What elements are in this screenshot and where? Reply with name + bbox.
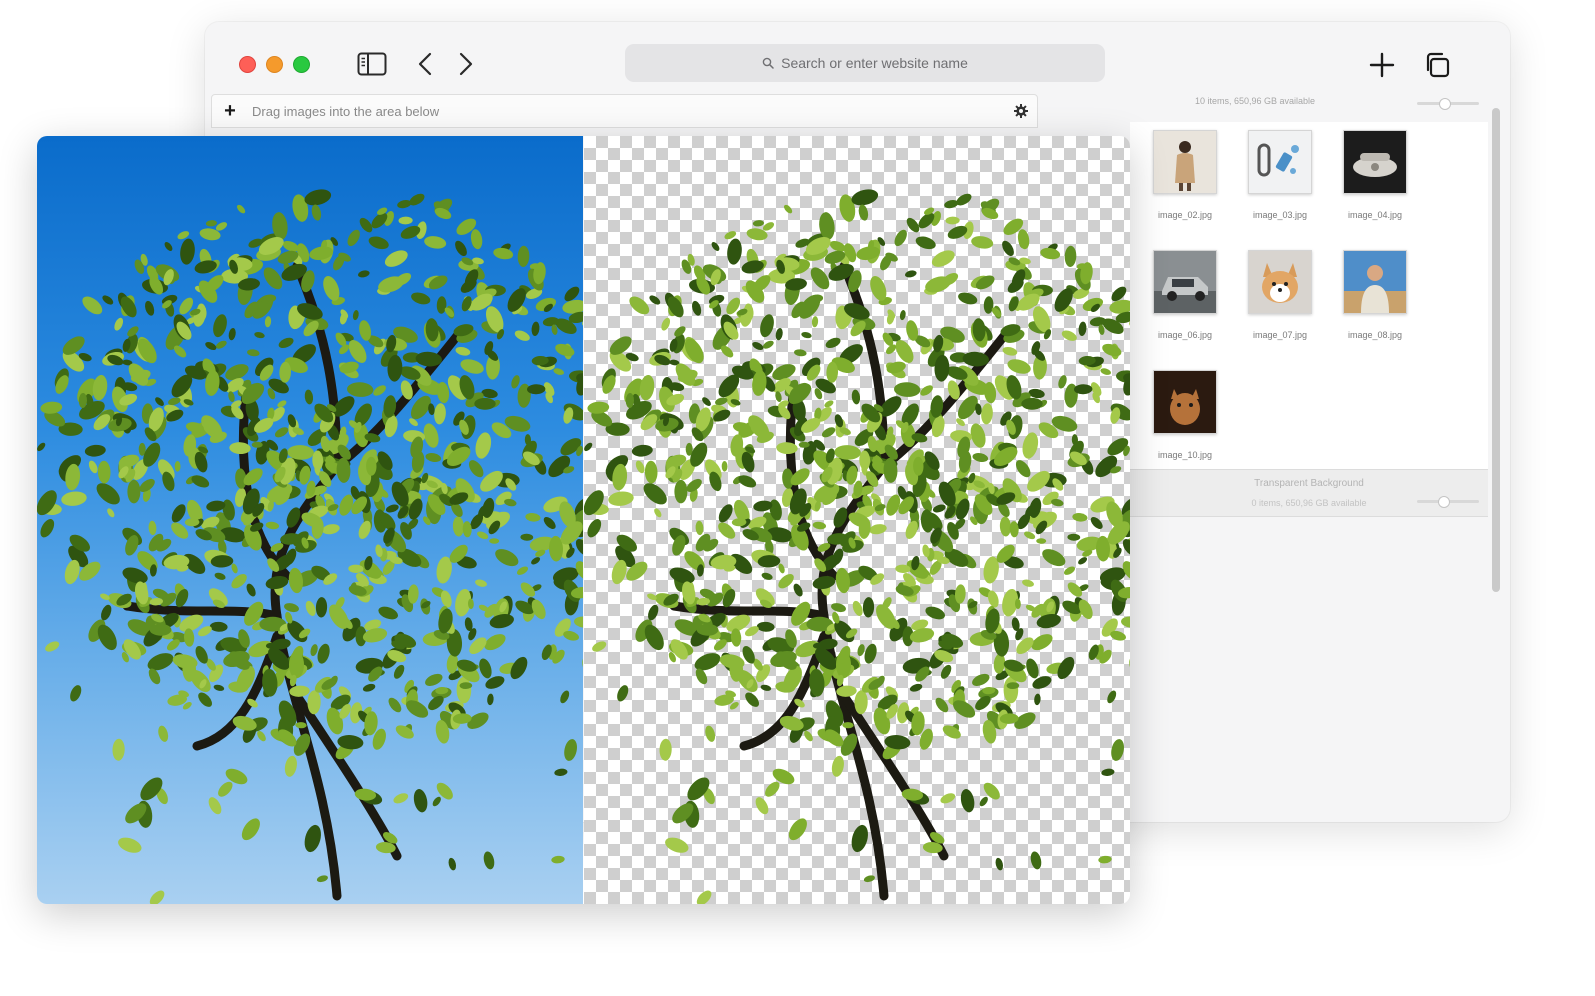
sidebar-toggle-button[interactable]: [356, 50, 388, 78]
address-bar[interactable]: Search or enter website name: [625, 44, 1105, 82]
section-title: Transparent Background: [1254, 478, 1364, 489]
new-tab-button[interactable]: [1367, 50, 1397, 80]
file-item[interactable]: image_10.jpg: [1137, 370, 1233, 460]
file-name: image_02.jpg: [1157, 210, 1213, 220]
back-button[interactable]: [414, 50, 436, 78]
icon-size-slider[interactable]: [1417, 98, 1479, 110]
cat-photo-icon: [1153, 370, 1217, 434]
file-name: image_07.jpg: [1252, 330, 1308, 340]
close-window-button[interactable]: [239, 56, 256, 73]
file-item[interactable]: image_08.jpg: [1327, 250, 1423, 340]
file-name: image_10.jpg: [1157, 450, 1213, 460]
tab-overview-button[interactable]: [1422, 50, 1452, 80]
finder-status-bar: 10 items, 650,96 GB available: [1194, 96, 1316, 106]
minimize-window-button[interactable]: [266, 56, 283, 73]
file-item[interactable]: image_04.jpg: [1327, 130, 1423, 220]
original-image: [37, 136, 583, 904]
file-item[interactable]: image_03.jpg: [1232, 130, 1328, 220]
woman-photo-icon: [1153, 130, 1217, 194]
chevron-left-icon: [418, 52, 432, 76]
tree-on-sky-image: [37, 189, 583, 904]
file-name: image_06.jpg: [1157, 330, 1213, 340]
plus-icon: [1369, 52, 1395, 78]
slider-knob[interactable]: [1439, 98, 1451, 110]
file-item[interactable]: image_06.jpg: [1137, 250, 1233, 340]
search-icon: [762, 57, 774, 69]
zoom-window-button[interactable]: [293, 56, 310, 73]
scrollbar-thumb[interactable]: [1492, 108, 1500, 592]
finder-scrollbar[interactable]: [1490, 108, 1500, 818]
dumbbell-bottle-photo-icon: [1248, 130, 1312, 194]
section-icon-size-slider[interactable]: [1417, 496, 1479, 508]
tabs-icon: [1426, 52, 1450, 78]
file-item[interactable]: image_02.jpg: [1137, 130, 1233, 220]
file-name: image_08.jpg: [1347, 330, 1403, 340]
drop-area-toolbar: + Drag images into the area below: [211, 94, 1038, 128]
forward-button[interactable]: [455, 50, 477, 78]
before-after-comparison: [37, 136, 1130, 904]
finder-file-grid: image_02.jpg image_03.jpg image_04.jpg i…: [1130, 122, 1488, 470]
slider-knob[interactable]: [1438, 496, 1450, 508]
transparent-background-section: Transparent Background 0 items, 650,96 G…: [1130, 470, 1488, 517]
add-images-button[interactable]: +: [218, 101, 242, 121]
chevron-right-icon: [459, 52, 473, 76]
corgi-photo-icon: [1248, 250, 1312, 314]
tree-transparent-image: [584, 189, 1130, 904]
telephone-photo-icon: [1343, 130, 1407, 194]
settings-button[interactable]: [1011, 101, 1031, 121]
address-bar-placeholder: Search or enter website name: [781, 55, 968, 71]
file-item[interactable]: image_07.jpg: [1232, 250, 1328, 340]
man-photo-icon: [1343, 250, 1407, 314]
drop-area-label: Drag images into the area below: [252, 103, 440, 119]
file-name: image_04.jpg: [1347, 210, 1403, 220]
title-bar: Search or enter website name: [205, 22, 1510, 100]
sidebar-icon: [357, 52, 387, 76]
car-photo-icon: [1153, 250, 1217, 314]
gear-icon: [1014, 104, 1028, 118]
background-removed-image: [584, 136, 1130, 904]
file-name: image_03.jpg: [1252, 210, 1308, 220]
